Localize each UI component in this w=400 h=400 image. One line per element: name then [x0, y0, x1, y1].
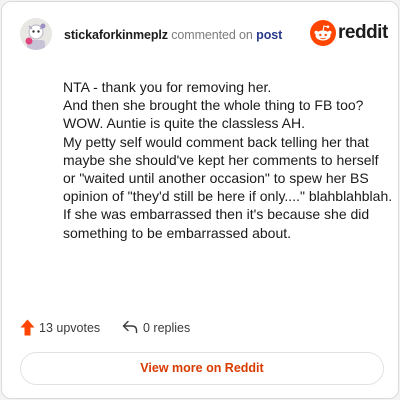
reply-count[interactable]: 0 replies: [143, 321, 190, 335]
upvote-count: 13 upvotes: [39, 321, 101, 335]
comment-meta: stickaforkinmeplz commented on post: [64, 28, 282, 42]
upvote-arrow-icon[interactable]: [20, 319, 35, 336]
comment-embed-card: stickaforkinmeplz commented on post redd…: [1, 1, 399, 399]
username-link[interactable]: stickaforkinmeplz: [64, 28, 168, 42]
comment-line: If she was embarrassed then it's because…: [63, 206, 370, 241]
action-text: commented on: [171, 28, 253, 42]
comment-body: NTA - thank you for removing her. And th…: [63, 78, 393, 242]
comment-header: stickaforkinmeplz commented on post redd…: [20, 18, 388, 54]
comment-line: NTA - thank you for removing her.: [63, 79, 272, 95]
reddit-brand[interactable]: reddit: [310, 20, 388, 48]
reddit-logo-icon: [310, 20, 336, 46]
comment-line: And then she brought the whole thing to …: [63, 97, 364, 132]
view-more-on-reddit-button[interactable]: View more on Reddit: [20, 352, 384, 385]
comment-actions: 13 upvotes 0 replies: [20, 318, 320, 338]
reply-icon[interactable]: [122, 320, 138, 334]
snoo-avatar-icon[interactable]: [20, 18, 52, 50]
post-link[interactable]: post: [256, 28, 282, 42]
comment-line: My petty self would comment back telling…: [63, 133, 393, 205]
brand-wordmark: reddit: [338, 22, 388, 43]
